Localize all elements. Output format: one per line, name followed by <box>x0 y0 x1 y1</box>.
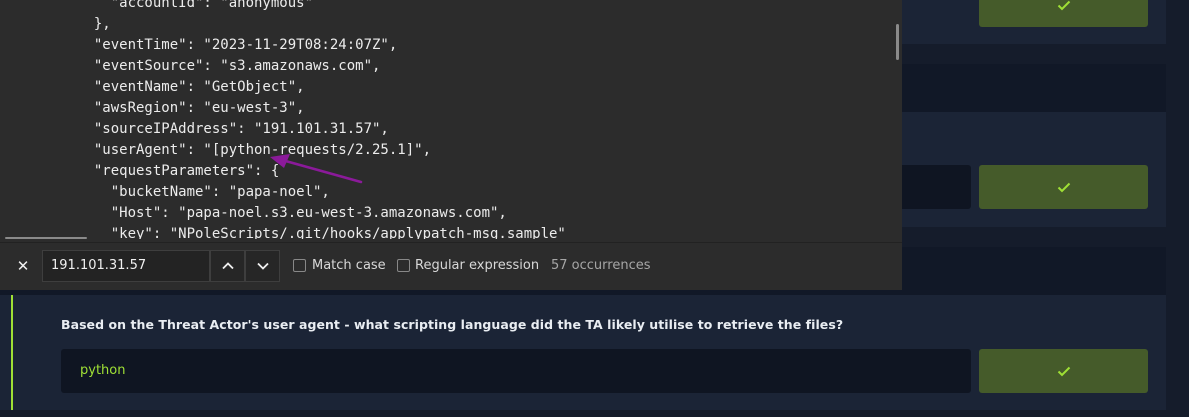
previous-match-button[interactable] <box>210 250 245 282</box>
match-case-label: Match case <box>312 258 386 273</box>
code-content[interactable]: "accountId": "anonymous" }, "eventTime":… <box>0 0 896 239</box>
regex-checkbox[interactable] <box>397 259 410 272</box>
match-case-checkbox[interactable] <box>293 259 306 272</box>
check-icon <box>1057 0 1070 11</box>
chevron-up-icon <box>221 262 234 270</box>
annotation-arrow <box>270 154 363 184</box>
code-line: "Host": "papa-noel.s3.eu-west-3.amazonaw… <box>77 205 507 221</box>
submit-button[interactable] <box>979 349 1148 393</box>
chevron-down-icon <box>256 262 269 270</box>
code-line: "userAgent": "[python-requests/2.25.1]", <box>77 142 432 158</box>
horizontal-scrollbar[interactable] <box>5 237 87 239</box>
code-line: "accountId": "anonymous" <box>77 0 314 11</box>
next-match-button[interactable] <box>245 250 280 282</box>
code-line: "requestParameters": { <box>77 163 280 179</box>
submit-button-middle[interactable] <box>979 165 1148 209</box>
code-line: "eventTime": "2023-11-29T08:24:07Z", <box>77 37 398 53</box>
code-line: }, <box>77 16 111 32</box>
code-line: "awsRegion": "eu-west-3", <box>77 100 305 116</box>
code-line: "sourceIPAddress": "191.101.31.57", <box>77 121 389 137</box>
vertical-scrollbar[interactable] <box>896 24 899 60</box>
answer-field[interactable]: python <box>61 349 971 393</box>
question-text: Based on the Threat Actor's user agent -… <box>61 317 844 332</box>
active-indicator-bar <box>11 295 13 410</box>
code-line: "eventSource": "s3.amazonaws.com", <box>77 58 381 74</box>
check-icon <box>1057 182 1070 193</box>
submit-button-top[interactable] <box>979 0 1148 27</box>
find-bar: ✕ 191.101.31.57 Match case Regular expre… <box>0 242 902 290</box>
occurrence-count: 57 occurrences <box>551 258 651 273</box>
check-icon <box>1057 366 1070 377</box>
close-icon[interactable]: ✕ <box>14 257 32 275</box>
regex-label: Regular expression <box>415 258 540 273</box>
code-line: "key": "NPoleScripts/.git/hooks/applypat… <box>77 226 566 239</box>
code-viewer: "accountId": "anonymous" }, "eventTime":… <box>0 0 902 290</box>
code-line: "eventName": "GetObject", <box>77 79 305 95</box>
search-input[interactable]: 191.101.31.57 <box>42 250 210 282</box>
